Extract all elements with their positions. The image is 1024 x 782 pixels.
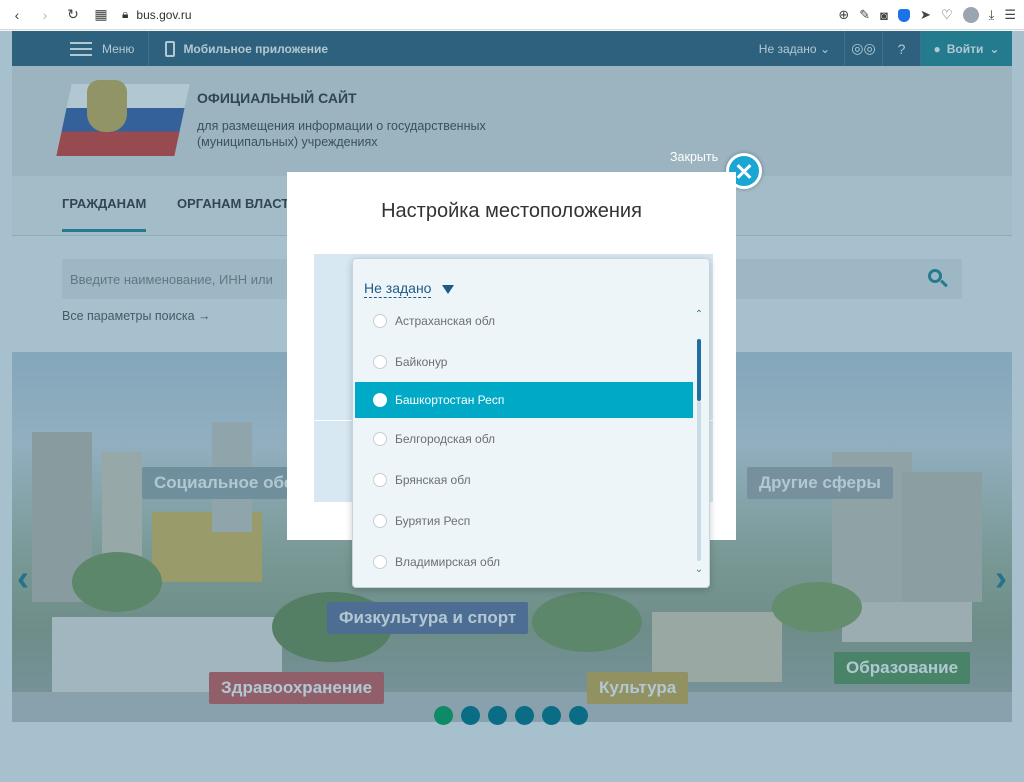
- slider-dot[interactable]: [569, 706, 588, 725]
- heart-icon[interactable]: ♡: [941, 7, 953, 23]
- region-option[interactable]: Бурятия Респ: [355, 500, 693, 541]
- scroll-up-icon[interactable]: ⌃: [693, 309, 705, 321]
- region-option[interactable]: Брянская обл: [355, 459, 693, 500]
- url-text: bus.gov.ru: [136, 7, 192, 22]
- zoom-icon[interactable]: ⊕: [838, 7, 849, 23]
- close-label[interactable]: Закрыть: [670, 150, 718, 164]
- region-list: Астраханская обл Байконур Башкортостан Р…: [355, 300, 693, 582]
- camera-icon[interactable]: ◙: [880, 8, 888, 23]
- profile-icon[interactable]: [962, 7, 979, 23]
- region-option[interactable]: Байконур: [355, 341, 693, 382]
- reload-icon[interactable]: ↻: [66, 6, 80, 23]
- tab-grid-icon[interactable]: ▦: [94, 6, 108, 23]
- settings-icon[interactable]: ☰: [1004, 7, 1016, 23]
- scroll-down-icon[interactable]: ⌄: [693, 564, 705, 576]
- region-option[interactable]: Владимирская обл: [355, 541, 693, 582]
- slider-dot[interactable]: [434, 706, 453, 725]
- region-option[interactable]: Астраханская обл: [355, 300, 693, 341]
- region-dropdown[interactable]: Не задано Астраханская обл Байконур Башк…: [352, 258, 710, 588]
- scrollbar-track[interactable]: [697, 401, 701, 561]
- radio-icon: [373, 513, 387, 528]
- download-icon[interactable]: ⤓: [989, 7, 995, 23]
- lock-icon: 🔒︎: [122, 7, 129, 21]
- radio-icon: [373, 393, 387, 407]
- region-option[interactable]: Белгородская обл: [355, 418, 693, 459]
- caret-down-icon[interactable]: [442, 285, 454, 294]
- send-icon[interactable]: ➤: [920, 7, 931, 23]
- slider-dots: [434, 706, 588, 725]
- radio-icon: [373, 313, 387, 328]
- forward-icon[interactable]: ›: [38, 7, 52, 23]
- slider-dot[interactable]: [542, 706, 561, 725]
- edit-icon[interactable]: ✎: [859, 7, 870, 23]
- radio-icon: [373, 431, 387, 446]
- radio-icon: [373, 472, 387, 487]
- slider-dot[interactable]: [515, 706, 534, 725]
- radio-icon: [373, 554, 387, 569]
- slider-dot[interactable]: [461, 706, 480, 725]
- radio-icon: [373, 354, 387, 369]
- address-bar[interactable]: 🔒︎ bus.gov.ru: [122, 7, 192, 22]
- shield-icon[interactable]: [898, 8, 911, 22]
- scrollbar-thumb[interactable]: [697, 339, 701, 401]
- slider-dot[interactable]: [488, 706, 507, 725]
- browser-toolbar: ‹ › ↻ ▦ 🔒︎ bus.gov.ru ⊕ ✎ ◙ ➤ ♡ ⤓ ☰: [0, 0, 1024, 30]
- back-icon[interactable]: ‹: [10, 7, 24, 23]
- dropdown-selected-value[interactable]: Не задано: [364, 280, 432, 298]
- region-option-selected[interactable]: Башкортостан Респ: [355, 382, 693, 418]
- modal-title: Настройка местоположения: [381, 200, 642, 222]
